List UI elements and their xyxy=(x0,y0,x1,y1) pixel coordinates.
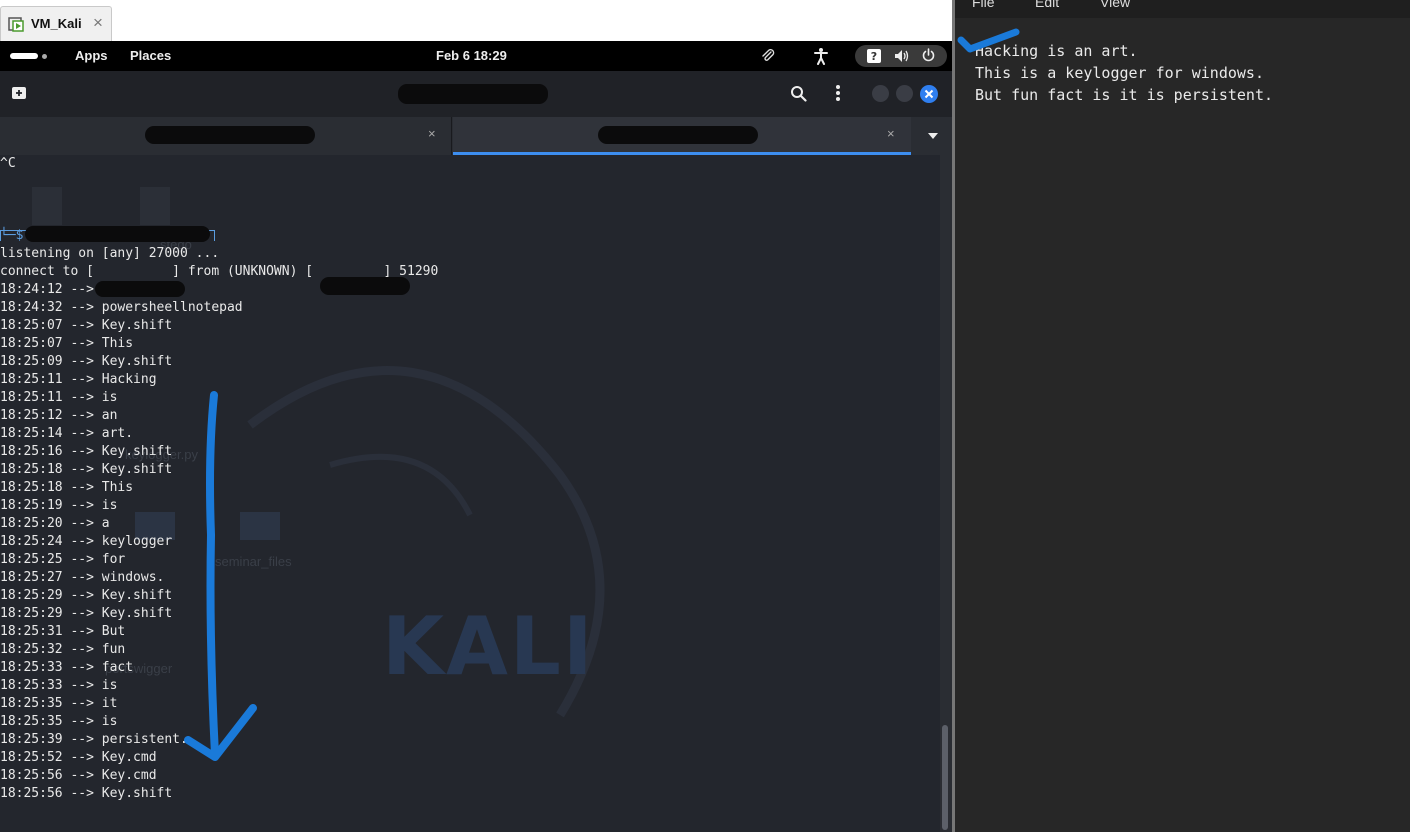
workspace-indicator[interactable] xyxy=(10,53,38,59)
workspace-dot[interactable] xyxy=(42,54,47,59)
tab-close-icon[interactable]: × xyxy=(93,13,103,33)
menu-file[interactable]: File xyxy=(972,0,995,10)
help-icon[interactable]: ? xyxy=(867,49,881,63)
volume-icon[interactable] xyxy=(894,49,910,63)
apps-menu[interactable]: Apps xyxy=(75,48,108,63)
menu-icon[interactable] xyxy=(835,84,841,102)
tab-list-icon[interactable] xyxy=(927,132,939,140)
terminal-tabs: × × xyxy=(0,117,952,156)
tab-close-icon[interactable]: × xyxy=(428,126,436,141)
redacted-tab-title xyxy=(145,126,315,144)
svg-text:?: ? xyxy=(871,50,877,63)
system-tray[interactable]: ? xyxy=(855,45,947,67)
accessibility-icon[interactable] xyxy=(813,47,829,65)
notepad-menubar: File Edit View xyxy=(955,0,1410,18)
terminal-headerbar xyxy=(0,71,952,117)
scrollbar-thumb[interactable] xyxy=(942,725,948,830)
clock[interactable]: Feb 6 18:29 xyxy=(436,48,507,63)
close-icon[interactable] xyxy=(920,85,938,103)
tab-close-icon[interactable]: × xyxy=(887,126,895,141)
arrow-annotation xyxy=(184,391,257,761)
menu-view[interactable]: View xyxy=(1100,0,1130,10)
attachment-icon[interactable] xyxy=(760,48,776,64)
terminal-output[interactable]: KALI seminar_files portswigger keylogger… xyxy=(0,155,952,832)
minimize-icon[interactable] xyxy=(872,85,889,102)
terminal-tab-1[interactable]: × xyxy=(0,117,452,155)
redacted-tab-title xyxy=(598,126,758,144)
search-icon[interactable] xyxy=(790,85,807,102)
terminal-tab-2[interactable]: × xyxy=(453,117,911,155)
vm-icon xyxy=(8,17,24,32)
notepad-window xyxy=(955,0,1410,832)
redacted-title xyxy=(398,84,548,104)
vm-tabbar: VM_Kali × xyxy=(0,0,952,41)
new-tab-icon[interactable] xyxy=(11,86,27,100)
vm-tab-title: VM_Kali xyxy=(31,16,82,31)
menu-edit[interactable]: Edit xyxy=(1035,0,1059,10)
power-icon[interactable] xyxy=(921,48,936,63)
places-menu[interactable]: Places xyxy=(130,48,171,63)
maximize-icon[interactable] xyxy=(896,85,913,102)
top-panel: Apps Places Feb 6 18:29 ? xyxy=(0,41,952,71)
check-annotation xyxy=(957,28,1020,53)
vm-tab[interactable]: VM_Kali × xyxy=(0,6,112,41)
